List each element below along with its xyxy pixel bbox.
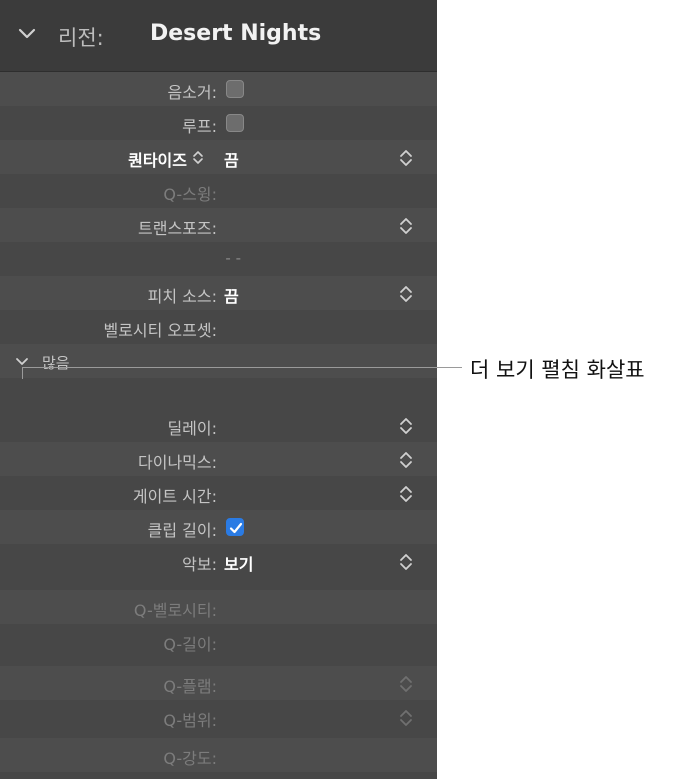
quantize-value[interactable]: 끔 xyxy=(224,147,239,171)
score-row: 악보: 보기 xyxy=(0,544,437,578)
dynamics-label: 다이나믹스: xyxy=(138,453,217,472)
callout-line xyxy=(22,367,462,368)
velocity-offset-label: 벨로시티 오프셋: xyxy=(103,321,217,340)
quantize-stepper-icon[interactable] xyxy=(399,149,413,167)
q-flam-label: Q-플램: xyxy=(163,677,217,696)
region-label: 리전: xyxy=(58,26,104,50)
fine-tune-row: - - xyxy=(0,242,437,276)
gate-time-row: 게이트 시간: xyxy=(0,476,437,510)
q-length-label: Q-길이: xyxy=(163,635,217,654)
q-velocity-row: Q-벨로시티: xyxy=(0,590,437,624)
more-label[interactable]: 많음 xyxy=(42,352,70,373)
callout-text: 더 보기 펼침 화살표 xyxy=(470,358,645,382)
q-range-row: Q-범위: xyxy=(0,700,437,734)
gate-time-stepper-icon[interactable] xyxy=(399,485,413,503)
q-flam-stepper-icon xyxy=(400,676,412,692)
clip-length-label: 클립 길이: xyxy=(147,521,217,540)
score-label: 악보: xyxy=(182,555,217,574)
quantize-row: 퀀타이즈 끔 xyxy=(0,140,437,174)
q-velocity-label: Q-벨로시티: xyxy=(133,601,217,620)
pitch-source-value[interactable]: 끔 xyxy=(224,283,239,307)
loop-checkbox[interactable] xyxy=(226,114,244,132)
score-value[interactable]: 보기 xyxy=(224,551,253,575)
pitch-source-label: 피치 소스: xyxy=(147,287,217,306)
loop-label: 루프: xyxy=(182,117,217,136)
quantize-mode-stepper-icon[interactable] xyxy=(192,150,204,165)
q-swing-label: Q-스윙: xyxy=(163,185,217,204)
score-stepper-icon[interactable] xyxy=(399,553,413,571)
mute-checkbox[interactable] xyxy=(226,80,244,98)
pitch-source-row: 피치 소스: 끔 xyxy=(0,276,437,310)
callout-tick xyxy=(22,367,23,379)
gate-time-label: 게이트 시간: xyxy=(132,487,217,506)
delay-label: 딜레이: xyxy=(167,419,217,438)
mute-row: 음소거: xyxy=(0,72,437,106)
region-inspector: 리전: Desert Nights 음소거: 루프: 퀀타이즈 끔 Q-스윙: … xyxy=(0,0,437,779)
q-flam-row: Q-플램: xyxy=(0,666,437,700)
pitch-source-stepper-icon[interactable] xyxy=(399,285,413,303)
chevron-down-icon[interactable] xyxy=(15,357,29,367)
delay-stepper-icon[interactable] xyxy=(399,417,413,435)
clip-length-checkbox[interactable] xyxy=(226,518,244,536)
q-length-row: Q-길이: xyxy=(0,624,437,658)
transpose-row: 트랜스포즈: xyxy=(0,208,437,242)
q-swing-row: Q-스윙: xyxy=(0,174,437,208)
q-strength-row: Q-강도: xyxy=(0,738,437,772)
mute-label: 음소거: xyxy=(167,83,217,102)
transpose-stepper-icon[interactable] xyxy=(399,217,413,235)
quantize-label: 퀀타이즈 xyxy=(128,151,187,170)
more-disclosure-row[interactable]: 많음 xyxy=(0,344,437,378)
clip-length-row: 클립 길이: xyxy=(0,510,437,544)
q-range-label: Q-범위: xyxy=(163,711,217,730)
transpose-label: 트랜스포즈: xyxy=(138,219,217,238)
dynamics-stepper-icon[interactable] xyxy=(399,451,413,469)
loop-row: 루프: xyxy=(0,106,437,140)
q-range-stepper-icon xyxy=(400,710,412,726)
region-header[interactable]: 리전: Desert Nights xyxy=(0,0,437,72)
fine-tune-placeholder: - - xyxy=(225,249,241,267)
dynamics-row: 다이나믹스: xyxy=(0,442,437,476)
chevron-down-icon[interactable] xyxy=(18,28,36,40)
velocity-offset-row: 벨로시티 오프셋: xyxy=(0,310,437,344)
region-name[interactable]: Desert Nights xyxy=(150,21,321,46)
q-strength-label: Q-강도: xyxy=(163,749,217,768)
checkmark-icon xyxy=(229,522,243,534)
delay-row: 딜레이: xyxy=(0,408,437,442)
